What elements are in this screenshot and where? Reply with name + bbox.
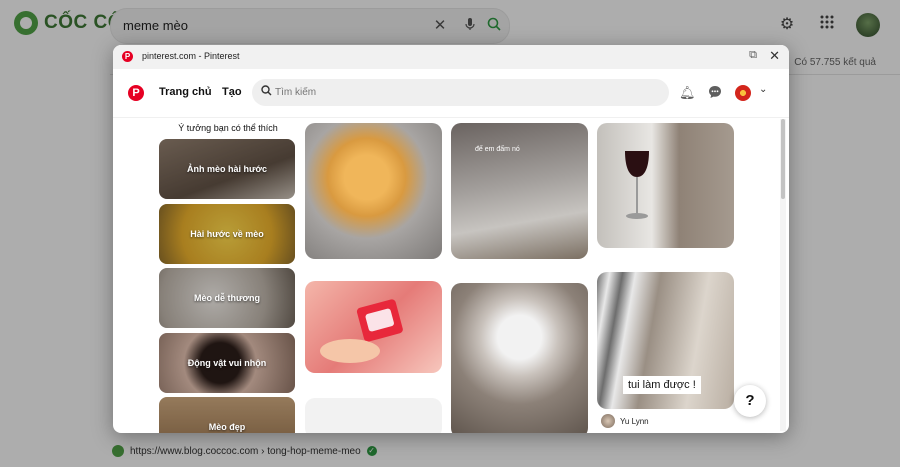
scrollbar[interactable] [780,119,786,431]
search-icon [261,85,272,99]
idea-label: Động vật vui nhộn [159,333,295,393]
pin-image[interactable] [305,123,442,259]
idea-label: Hài hước về mèo [159,204,295,264]
pin-image[interactable] [597,123,734,248]
pinterest-favicon-icon: P [122,51,133,62]
pin-image[interactable] [305,281,442,373]
pinterest-logo-icon[interactable]: P [128,85,144,101]
author-name: Yu Lynn [620,416,649,426]
pinterest-header: P Trang chủ Tạo Tìm kiếm 🔔︎ ⌄ [113,69,789,118]
ideas-heading: Ý tưởng bạn có thể thích [178,123,278,133]
messages-icon[interactable] [707,85,723,101]
profile-avatar[interactable] [735,85,751,101]
popup-titlebar: P pinterest.com - Pinterest ⧉ ✕ [113,45,789,69]
pin-image[interactable] [451,283,588,433]
close-icon[interactable]: ✕ [769,48,780,64]
scrollbar-thumb[interactable] [781,119,785,199]
idea-card[interactable]: Mèo đẹp [159,397,295,433]
pin-caption: đế em đấm nó [475,146,520,153]
notification-bell-icon[interactable]: 🔔︎ [679,85,696,101]
wine-glass-illustration [625,151,649,219]
pinterest-popup: P pinterest.com - Pinterest ⧉ ✕ P Trang … [113,45,789,433]
idea-card[interactable]: Ảnh mèo hài hước [159,139,295,199]
idea-card[interactable]: Động vật vui nhộn [159,333,295,393]
ring-box-illustration [320,299,403,363]
idea-card[interactable]: Hài hước về mèo [159,204,295,264]
pin-image[interactable]: tui làm được ! [597,272,734,409]
popup-title: pinterest.com - Pinterest [142,51,240,61]
author-avatar [601,414,615,428]
nav-create[interactable]: Tạo [222,86,242,98]
help-button[interactable]: ? [734,385,766,417]
pin-image[interactable]: đế em đấm nó [451,123,588,259]
idea-card[interactable]: Mèo dễ thương [159,268,295,328]
pin-image[interactable] [305,398,442,433]
idea-label: Mèo dễ thương [159,268,295,328]
nav-home[interactable]: Trang chủ [159,86,212,98]
pin-caption: tui làm được ! [623,376,701,394]
search-placeholder: Tìm kiếm [275,87,317,98]
chevron-down-icon[interactable]: ⌄ [759,84,767,95]
idea-label: Mèo đẹp [159,397,295,433]
idea-label: Ảnh mèo hài hước [159,139,295,199]
pin-author[interactable]: Yu Lynn [601,414,649,428]
pinterest-search-input[interactable]: Tìm kiếm [252,79,669,106]
external-link-icon[interactable]: ⧉ [749,49,757,62]
